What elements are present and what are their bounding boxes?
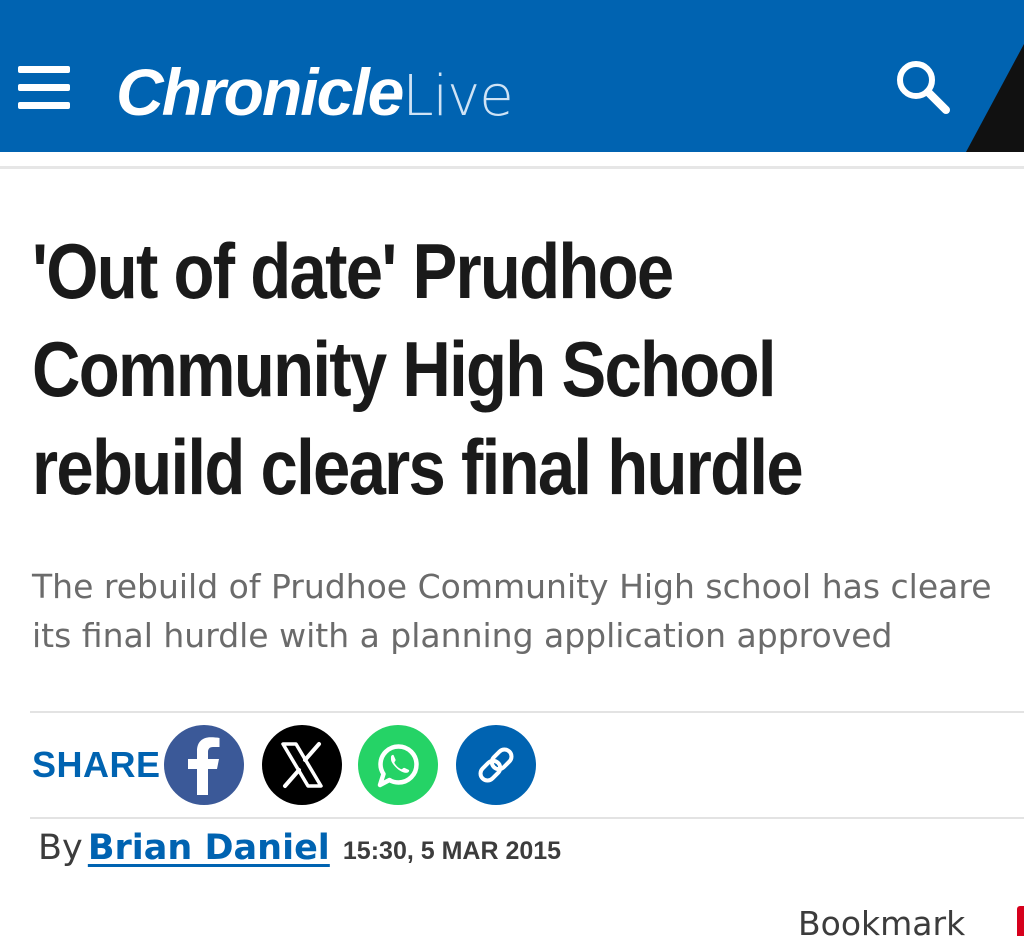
article-headline: 'Out of date' Prudhoe Community High Sch… bbox=[32, 222, 858, 516]
headline-line: 'Out of date' Prudhoe bbox=[32, 227, 674, 315]
facebook-icon bbox=[188, 737, 220, 795]
whatsapp-icon bbox=[377, 744, 419, 788]
menu-bar bbox=[18, 66, 70, 73]
logo-light-text: Live bbox=[402, 64, 513, 129]
headline-line: Community High School bbox=[32, 325, 776, 413]
site-logo[interactable]: ChronicleLive bbox=[116, 52, 514, 132]
site-header: ChronicleLive bbox=[0, 0, 1024, 152]
share-divider-bottom bbox=[30, 817, 1024, 819]
standfirst-line: its final hurdle with a planning applica… bbox=[32, 616, 893, 655]
logo-bold-text: Chronicle bbox=[116, 55, 404, 129]
bookmark-button[interactable]: Bookmark bbox=[798, 904, 965, 944]
publish-timestamp: 15:30, 5 MAR 2015 bbox=[342, 837, 562, 865]
x-icon bbox=[281, 742, 323, 788]
author-link[interactable]: Brian Daniel bbox=[88, 828, 330, 868]
hamburger-menu-icon[interactable] bbox=[18, 66, 70, 110]
share-label: SHARE bbox=[32, 744, 161, 785]
share-divider-top bbox=[30, 711, 1024, 713]
copy-link-button[interactable] bbox=[456, 725, 536, 805]
whatsapp-share-button[interactable] bbox=[358, 725, 438, 805]
menu-bar bbox=[18, 102, 70, 109]
facebook-share-button[interactable] bbox=[164, 725, 244, 805]
article-byline: By Brian Daniel 15:30, 5 MAR 2015 bbox=[38, 824, 561, 872]
search-icon[interactable] bbox=[894, 58, 954, 118]
search-icon-graphic bbox=[897, 61, 950, 114]
article-standfirst: The rebuild of Prudhoe Community High sc… bbox=[32, 562, 1024, 660]
headline-line: rebuild clears final hurdle bbox=[32, 423, 804, 511]
standfirst-line: The rebuild of Prudhoe Community High sc… bbox=[32, 567, 992, 606]
link-icon bbox=[478, 747, 514, 783]
header-corner-decoration bbox=[966, 44, 1024, 152]
bookmark-icon[interactable] bbox=[1017, 906, 1024, 936]
header-divider bbox=[0, 166, 1024, 169]
menu-bar bbox=[18, 84, 70, 91]
byline-prefix: By bbox=[38, 828, 83, 868]
x-share-button[interactable] bbox=[262, 725, 342, 805]
